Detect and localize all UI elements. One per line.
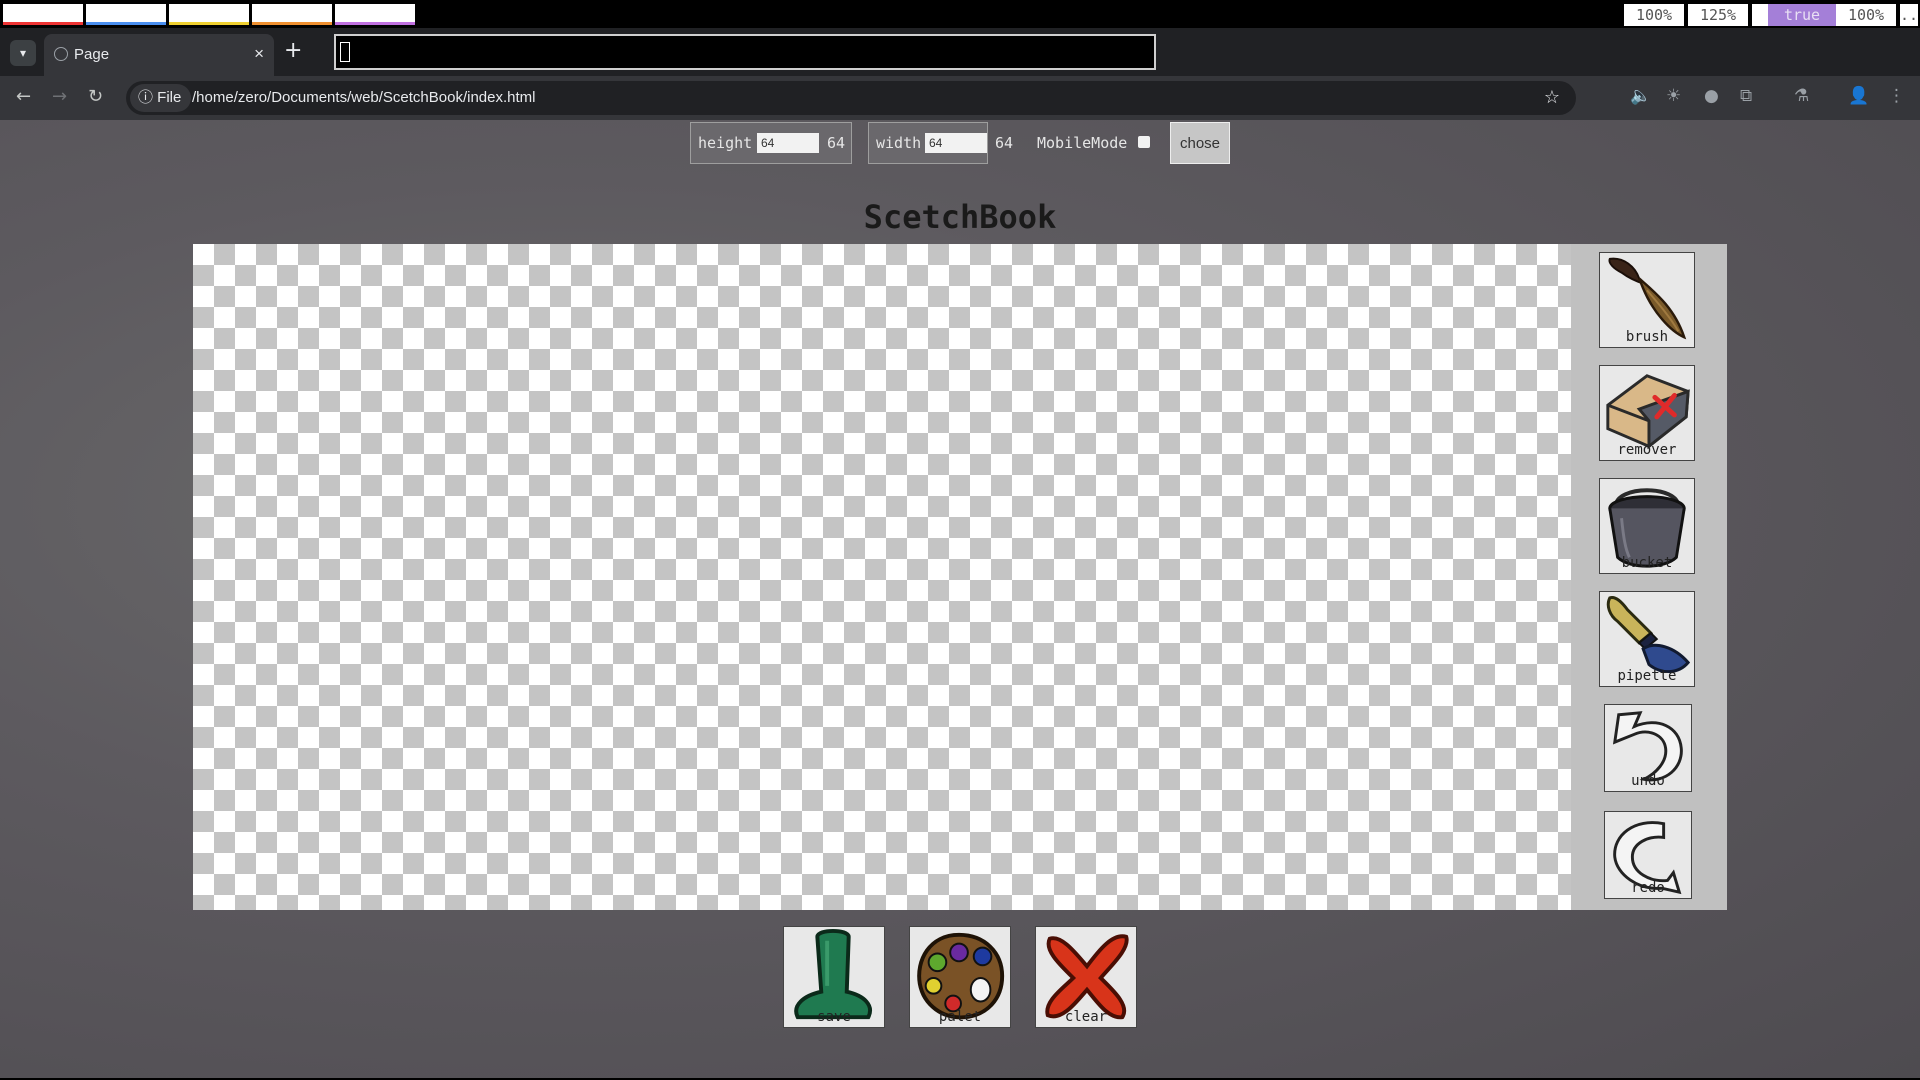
workspace-indicator-4[interactable]: [252, 4, 332, 25]
undo-label: undo: [1631, 773, 1665, 789]
width-label: width: [876, 134, 922, 152]
info-icon: ⓘ: [138, 89, 158, 106]
redo-label: redo: [1631, 880, 1665, 896]
height-input[interactable]: [757, 133, 819, 153]
drawing-canvas[interactable]: [193, 244, 1571, 910]
redo-button[interactable]: redo: [1604, 811, 1692, 899]
chose-button[interactable]: chose: [1170, 122, 1230, 164]
url-text[interactable]: /home/zero/Documents/web/ScetchBook/inde…: [192, 89, 536, 106]
clear-label: clear: [1064, 1009, 1108, 1025]
forward-arrow-icon[interactable]: →: [52, 86, 67, 107]
brush-label: brush: [1625, 329, 1669, 345]
speaker-icon[interactable]: 🔈: [1630, 86, 1651, 106]
site-info-chip[interactable]: ⓘ File: [130, 84, 192, 112]
pipette-tool-button[interactable]: pipette: [1599, 591, 1695, 687]
browser-toolbar: ← → ↻ ⓘ File /home/zero/Documents/web/Sc…: [0, 76, 1920, 120]
brightness-icon[interactable]: ☀: [1666, 86, 1681, 106]
profile-icon[interactable]: 👤: [1848, 86, 1869, 106]
page-viewport: height 64 width 64 MobileMode chose Scet…: [0, 120, 1920, 1078]
system-top-bar: 100% 125% true 100% ..: [0, 0, 1920, 28]
browser-tab-strip: ▾ Page × +: [0, 28, 1920, 76]
palet-button[interactable]: palet: [909, 926, 1011, 1028]
menu-kebab-icon[interactable]: ⋮: [1888, 86, 1905, 106]
width-input[interactable]: [925, 133, 987, 153]
spacer-box: [1752, 4, 1768, 26]
drawing-area: brush remover bucket pipette undo redo: [193, 244, 1727, 910]
bucket-label: bucket: [1621, 555, 1673, 571]
more-indicator: ..: [1900, 4, 1919, 26]
pipette-label: pipette: [1617, 668, 1677, 684]
tab-title: Page: [74, 46, 110, 63]
height-label: height: [698, 134, 753, 152]
width-value: 64: [995, 134, 1014, 152]
mobile-mode-label: MobileMode: [1037, 134, 1128, 152]
brightness-indicator: 125%: [1688, 4, 1748, 26]
width-control: width 64: [868, 122, 1013, 164]
save-button[interactable]: save: [783, 926, 885, 1028]
tab-search-button[interactable]: ▾: [10, 40, 36, 66]
text-cursor: [340, 42, 350, 62]
labs-flask-icon[interactable]: ⚗: [1794, 86, 1809, 106]
height-value: 64: [827, 134, 846, 152]
workspace-indicator-2[interactable]: [86, 4, 166, 25]
globe-icon: [54, 47, 68, 61]
remover-tool-button[interactable]: remover: [1599, 365, 1695, 461]
clear-button[interactable]: clear: [1035, 926, 1137, 1028]
back-arrow-icon[interactable]: ←: [16, 86, 31, 107]
reload-icon[interactable]: ↻: [88, 86, 103, 107]
address-bar[interactable]: ⓘ File /home/zero/Documents/web/ScetchBo…: [126, 81, 1576, 115]
workspace-indicator-3[interactable]: [169, 4, 249, 25]
new-tab-button[interactable]: +: [284, 40, 302, 62]
save-label: save: [817, 1009, 851, 1025]
battery-indicator: 100%: [1836, 4, 1896, 26]
extensions-puzzle-icon[interactable]: ⧉: [1740, 86, 1752, 106]
palet-label: palet: [938, 1009, 982, 1025]
height-control: height 64: [690, 122, 852, 164]
volume-indicator: 100%: [1624, 4, 1684, 26]
browser-tab[interactable]: Page ×: [44, 34, 274, 76]
brush-tool-button[interactable]: brush: [1599, 252, 1695, 348]
close-tab-icon[interactable]: ×: [254, 44, 264, 64]
workspace-indicator-1[interactable]: [3, 4, 83, 25]
toggle-indicator: true: [1768, 4, 1836, 26]
workspace-indicator-5[interactable]: [335, 4, 415, 25]
extension-badge-icon[interactable]: ●: [1704, 86, 1719, 106]
bucket-tool-button[interactable]: bucket: [1599, 478, 1695, 574]
remover-label: remover: [1617, 442, 1677, 458]
site-info-label: File: [157, 89, 182, 106]
undo-button[interactable]: undo: [1604, 704, 1692, 792]
bookmark-star-icon[interactable]: ☆: [1544, 87, 1560, 108]
app-title: ScetchBook: [863, 198, 1057, 236]
overlay-input-box[interactable]: [334, 34, 1156, 70]
mobile-mode-checkbox[interactable]: [1138, 136, 1150, 148]
